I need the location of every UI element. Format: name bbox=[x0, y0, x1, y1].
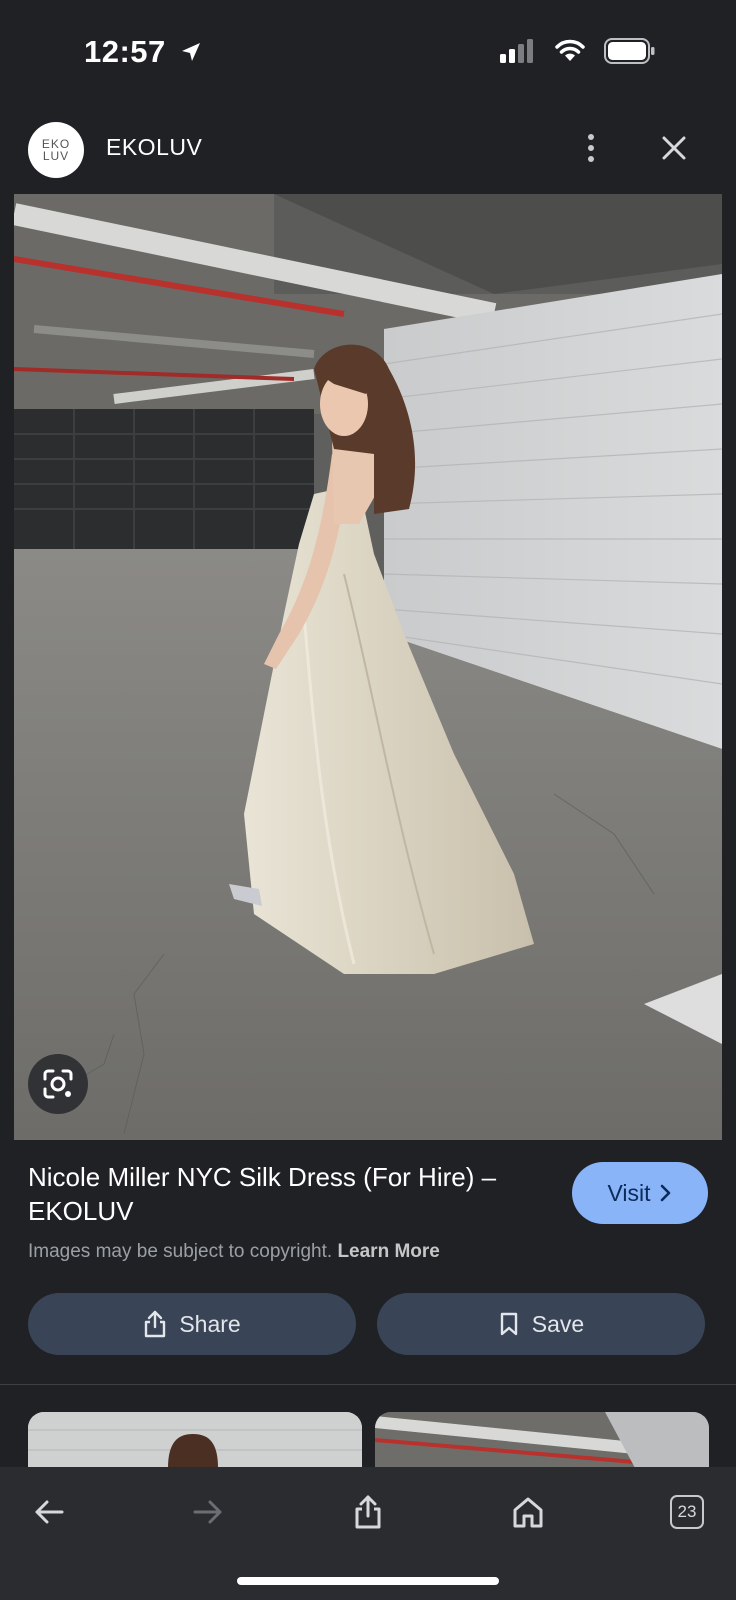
status-bar: 12:57 bbox=[0, 0, 736, 100]
share-button[interactable]: Share bbox=[28, 1293, 356, 1355]
section-divider bbox=[0, 1384, 736, 1385]
visit-label: Visit bbox=[607, 1179, 651, 1206]
share-page-button[interactable] bbox=[343, 1487, 393, 1537]
chevron-right-icon bbox=[660, 1184, 670, 1202]
status-time: 12:57 bbox=[84, 34, 203, 70]
bookmark-icon bbox=[500, 1312, 517, 1336]
related-image-thumbnail[interactable] bbox=[28, 1412, 362, 1468]
save-label: Save bbox=[531, 1310, 585, 1337]
google-lens-button[interactable] bbox=[28, 1054, 88, 1114]
dress-photo bbox=[14, 194, 722, 1140]
more-options-button[interactable] bbox=[576, 128, 606, 168]
result-image[interactable] bbox=[14, 194, 722, 1140]
tab-count: 23 bbox=[670, 1495, 704, 1529]
location-arrow-icon bbox=[181, 43, 200, 61]
share-icon bbox=[355, 1495, 381, 1529]
tabs-button[interactable]: 23 bbox=[662, 1487, 712, 1537]
viewer-header: EKO LUV EKOLUV bbox=[0, 100, 736, 194]
back-arrow-icon bbox=[35, 1500, 64, 1524]
related-image-2 bbox=[375, 1412, 709, 1468]
result-title[interactable]: Nicole Miller NYC Silk Dress (For Hire) … bbox=[28, 1160, 548, 1228]
visit-button[interactable]: Visit bbox=[572, 1162, 708, 1224]
copyright-notice: Images may be subject to copyright. Lear… bbox=[28, 1241, 440, 1263]
status-icons bbox=[500, 38, 656, 64]
site-logo[interactable]: EKO LUV bbox=[28, 122, 84, 178]
learn-more-link[interactable]: Learn More bbox=[337, 1241, 439, 1262]
battery-icon bbox=[604, 38, 655, 64]
forward-arrow-icon bbox=[193, 1500, 222, 1524]
close-icon[interactable] bbox=[656, 130, 692, 166]
logo-text-bottom: LUV bbox=[42, 149, 70, 163]
home-indicator[interactable] bbox=[237, 1577, 499, 1585]
related-image-1 bbox=[28, 1412, 362, 1468]
site-name[interactable]: EKOLUV bbox=[106, 134, 202, 161]
share-icon bbox=[145, 1310, 166, 1338]
google-lens-icon bbox=[43, 1069, 73, 1099]
related-image-thumbnail[interactable] bbox=[375, 1412, 709, 1468]
save-button[interactable]: Save bbox=[377, 1293, 705, 1355]
more-dot bbox=[588, 156, 594, 162]
share-label: Share bbox=[179, 1310, 241, 1337]
more-dot bbox=[588, 145, 594, 151]
forward-button[interactable] bbox=[183, 1487, 233, 1537]
home-icon bbox=[513, 1497, 543, 1528]
cellular-signal-icon bbox=[500, 39, 533, 63]
wifi-icon bbox=[555, 39, 585, 61]
back-button[interactable] bbox=[24, 1487, 74, 1537]
home-button[interactable] bbox=[503, 1487, 553, 1537]
more-vertical-icon bbox=[588, 134, 594, 140]
copyright-text: Images may be subject to copyright. bbox=[28, 1241, 333, 1262]
clock-text: 12:57 bbox=[84, 34, 166, 69]
